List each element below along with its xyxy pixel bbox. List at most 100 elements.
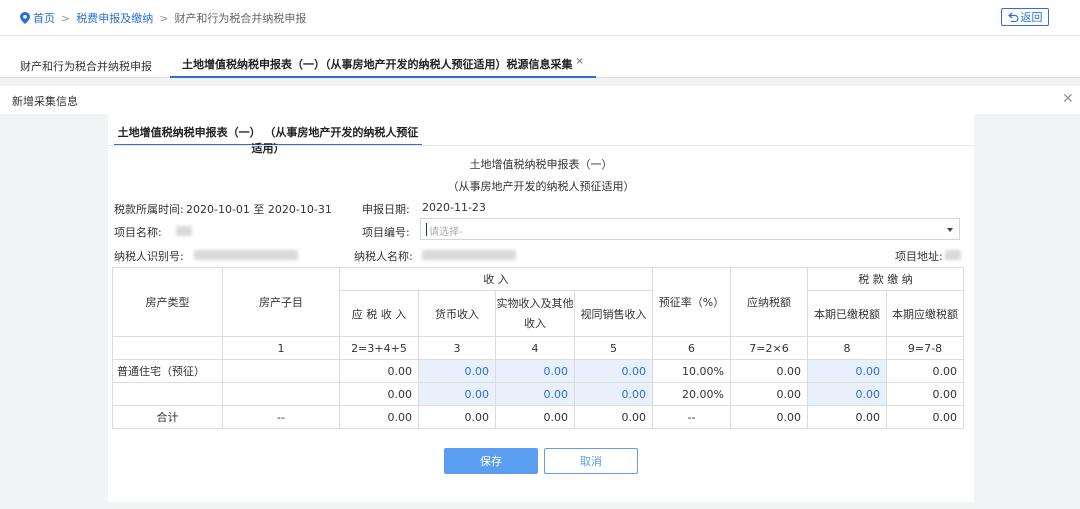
col-header-type: 房产类型: [112, 267, 223, 337]
project-name-label: 项目名称:: [114, 226, 162, 239]
land-vat-table: 房产类型 房产子目 收 入 预征率（%） 应纳税额 税 款 缴 纳 应 税 收 …: [112, 267, 964, 429]
dialog-title: 新增采集信息: [12, 95, 78, 108]
divider: [108, 145, 974, 146]
index-cell: 4: [495, 336, 575, 360]
form-title: 土地增值税纳税申报表（一）: [469, 158, 613, 171]
project-name-redacted: [176, 226, 192, 236]
cell-deemed-sales-input[interactable]: 0.00: [574, 359, 653, 383]
cell-deemed-sales: 0.00: [574, 405, 653, 429]
col-header-currency-income: 货币收入: [418, 290, 496, 337]
index-cell: 3: [418, 336, 496, 360]
cell-total-label: 合计: [112, 405, 223, 429]
index-cell: 8: [807, 336, 887, 360]
cell-prepay-rate: 10.00%: [652, 359, 731, 383]
taxpayer-name-label: 纳税人名称:: [354, 250, 413, 263]
index-cell: [112, 336, 223, 360]
cell-deemed-sales-input[interactable]: 0.00: [574, 382, 653, 406]
form-subtitle: （从事房地产开发的纳税人预征适用）: [447, 180, 635, 193]
cell-type: 普通住宅（预征）: [112, 359, 223, 383]
cell-due: 0.00: [886, 405, 964, 429]
index-cell: 9=7-8: [886, 336, 964, 360]
breadcrumb-current: 财产和行为税合并纳税申报: [174, 12, 307, 25]
cell-subitem: --: [222, 405, 340, 429]
filing-date-value: 2020-11-23: [422, 201, 486, 214]
project-no-select[interactable]: 请选择-: [420, 218, 960, 240]
return-icon: [1007, 12, 1019, 22]
cell-currency-income: 0.00: [418, 405, 496, 429]
breadcrumb-separator: >: [159, 11, 169, 25]
location-pin-icon: [20, 12, 30, 24]
filing-date-label: 申报日期:: [362, 203, 410, 216]
tab-close-icon[interactable]: ×: [576, 56, 584, 67]
text-cursor: [426, 223, 427, 236]
index-cell: 6: [652, 336, 731, 360]
index-cell: 5: [574, 336, 653, 360]
project-no-label: 项目编号:: [362, 226, 410, 239]
project-no-placeholder: 请选择-: [429, 227, 463, 238]
cell-currency-income-input[interactable]: 0.00: [418, 359, 496, 383]
breadcrumb: 首页 > 税费申报及缴纳 > 财产和行为税合并纳税申报: [20, 10, 306, 26]
tax-period-label: 税款所属时间:: [114, 203, 184, 216]
tabs-bar: 财产和行为税合并纳税申报 土地增值税纳税申报表（一）（从事房地产开发的纳税人预征…: [0, 36, 1080, 78]
col-header-prepay-rate: 预征率（%）: [652, 267, 731, 337]
dialog-header: 新增采集信息 ✕: [0, 86, 1080, 114]
col-header-subitem: 房产子目: [222, 267, 340, 337]
col-header-tax-payable: 应纳税额: [730, 267, 808, 337]
caret-down-icon: [947, 228, 953, 232]
tab-property-tax-filing[interactable]: 财产和行为税合并纳税申报: [20, 58, 152, 74]
cell-taxable-income: 0.00: [339, 405, 419, 429]
breadcrumb-home-link[interactable]: 首页: [33, 10, 55, 26]
card-tab-active[interactable]: 土地增值税纳税申报表（一） （从事房地产开发的纳税人预征适用）: [114, 114, 422, 155]
table-row: 普通住宅（预征） 0.00 0.00 0.00 0.00 10.00% 0.00…: [112, 359, 964, 383]
breadcrumb-separator: >: [61, 11, 71, 25]
dialog-close-icon[interactable]: ✕: [1062, 91, 1074, 107]
index-row: 1 2=3+4+5 3 4 5 6 7=2×6 8 9=7-8: [112, 336, 964, 360]
cell-type: [112, 382, 223, 406]
taxpayer-name-redacted: [422, 250, 516, 260]
cell-in-kind-income-input[interactable]: 0.00: [495, 359, 575, 383]
col-header-in-kind-income: 实物收入及其他收入: [495, 290, 575, 337]
table-row: 0.00 0.00 0.00 0.00 20.00% 0.00 0.00 0.0…: [112, 382, 964, 406]
col-header-deemed-sales: 视同销售收入: [574, 290, 653, 337]
form-card: 土地增值税纳税申报表（一） （从事房地产开发的纳税人预征适用） 土地增值税纳税申…: [108, 114, 974, 502]
cell-subitem: [222, 382, 340, 406]
breadcrumb-tax-filing-link[interactable]: 税费申报及缴纳: [76, 10, 153, 26]
cancel-button[interactable]: 取消: [544, 448, 638, 474]
cell-tax-payable: 0.00: [730, 405, 808, 429]
back-button-label: 返回: [1020, 11, 1043, 24]
index-cell: 1: [222, 336, 340, 360]
col-header-tax-payment: 税 款 缴 纳: [807, 267, 964, 291]
col-header-paid: 本期已缴税额: [807, 290, 887, 337]
save-button[interactable]: 保存: [444, 448, 538, 474]
cell-paid-input[interactable]: 0.00: [807, 359, 887, 383]
index-cell: 2=3+4+5: [339, 336, 419, 360]
tab-land-vat-collection[interactable]: 土地增值税纳税申报表（一）（从事房地产开发的纳税人预征适用）税源信息采集 ×: [170, 36, 596, 78]
col-header-due: 本期应缴税额: [886, 290, 964, 337]
cell-in-kind-income-input[interactable]: 0.00: [495, 382, 575, 406]
cell-taxable-income: 0.00: [339, 359, 419, 383]
project-address-redacted: [945, 250, 961, 260]
total-row: 合计 -- 0.00 0.00 0.00 0.00 -- 0.00 0.00 0…: [112, 405, 964, 429]
cell-paid-input[interactable]: 0.00: [807, 382, 887, 406]
index-cell: 7=2×6: [730, 336, 808, 360]
cell-in-kind-income: 0.00: [495, 405, 575, 429]
back-button[interactable]: 返回: [1001, 8, 1049, 26]
cell-currency-income-input[interactable]: 0.00: [418, 382, 496, 406]
project-address-label: 项目地址:: [895, 250, 943, 263]
cell-subitem: [222, 359, 340, 383]
cell-prepay-rate: --: [652, 405, 731, 429]
cell-due: 0.00: [886, 382, 964, 406]
cell-paid: 0.00: [807, 405, 887, 429]
cell-due: 0.00: [886, 359, 964, 383]
cell-tax-payable: 0.00: [730, 382, 808, 406]
tab-label: 土地增值税纳税申报表（一）（从事房地产开发的纳税人预征适用）税源信息采集: [182, 58, 573, 71]
col-header-taxable-income: 应 税 收 入: [339, 290, 419, 337]
tax-period-value: 2020-10-01 至 2020-10-31: [186, 203, 332, 216]
cell-prepay-rate: 20.00%: [652, 382, 731, 406]
col-header-income: 收 入: [339, 267, 653, 291]
taxpayer-id-label: 纳税人识别号:: [114, 250, 184, 263]
taxpayer-id-redacted: [194, 250, 298, 260]
top-bar: 首页 > 税费申报及缴纳 > 财产和行为税合并纳税申报 返回: [0, 0, 1080, 36]
cell-taxable-income: 0.00: [339, 382, 419, 406]
cell-tax-payable: 0.00: [730, 359, 808, 383]
